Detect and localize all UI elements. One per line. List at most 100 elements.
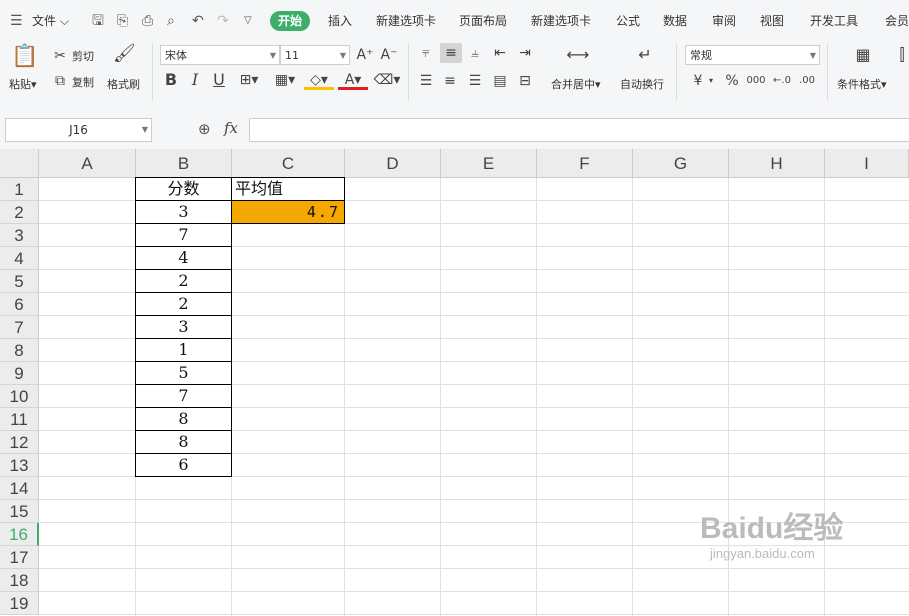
paste-button[interactable]: 粘贴▾ (9, 76, 37, 92)
column-header-b[interactable]: B (136, 149, 232, 178)
print-preview-icon[interactable]: ⌕ (167, 12, 175, 30)
distributed-icon[interactable]: ⊟ (516, 71, 534, 91)
tab-new-1[interactable]: 新建选项卡 (376, 11, 436, 31)
decrease-indent-icon[interactable]: ⇤ (491, 43, 509, 63)
row-header-1[interactable]: 1 (0, 178, 39, 201)
underline-icon[interactable]: U (210, 70, 228, 90)
cell-b3-score[interactable]: 7 (135, 223, 232, 247)
row-header-3[interactable]: 3 (0, 224, 39, 247)
row-header-19[interactable]: 19 (0, 592, 39, 615)
column-header-f[interactable]: F (537, 149, 633, 178)
customize-dropdown-icon[interactable]: ▽ (244, 12, 252, 30)
file-menu[interactable]: 文件 ⌵ (32, 11, 69, 31)
merge-icon[interactable]: ⟷ (566, 45, 590, 65)
tab-new-2[interactable]: 新建选项卡 (531, 11, 591, 31)
cell-b12-score[interactable]: 8 (135, 430, 232, 454)
increase-decimal-icon[interactable]: ←.0 (772, 71, 792, 91)
row-header-10[interactable]: 10 (0, 385, 39, 408)
column-header-d[interactable]: D (345, 149, 441, 178)
font-name-select[interactable]: 宋体 ▼ (160, 45, 280, 65)
percent-icon[interactable]: % (722, 71, 742, 91)
justify-icon[interactable]: ▤ (491, 71, 509, 91)
menu-icon[interactable]: ☰ (10, 12, 23, 30)
row-header-9[interactable]: 9 (0, 362, 39, 385)
row-header-16[interactable]: 16 (0, 523, 39, 546)
tab-developer[interactable]: 开发工具 (810, 11, 858, 31)
row-header-14[interactable]: 14 (0, 477, 39, 500)
save-icon[interactable]: 🖫 (92, 12, 104, 30)
row-header-2[interactable]: 2 (0, 201, 39, 224)
decrease-decimal-icon[interactable]: .00 (797, 71, 817, 91)
row-header-6[interactable]: 6 (0, 293, 39, 316)
thousands-separator-icon[interactable]: 000 (745, 71, 767, 91)
align-left-icon[interactable]: ☰ (417, 71, 435, 91)
fx-icon[interactable]: fx (224, 119, 238, 137)
conditional-format-icon[interactable]: ▦ (851, 45, 875, 65)
cell-b5-score[interactable]: 2 (135, 269, 232, 293)
cell-b2-score[interactable]: 3 (135, 200, 232, 224)
print-icon[interactable]: ⎙ (142, 12, 153, 30)
format-painter-button[interactable]: 格式刷 (107, 76, 140, 92)
merge-center-button[interactable]: 合并居中▾ (551, 76, 601, 92)
column-header-c[interactable]: C (232, 149, 345, 178)
tab-home[interactable]: 开始 (270, 11, 311, 31)
row-header-7[interactable]: 7 (0, 316, 39, 339)
tab-member[interactable]: 会员 (885, 11, 909, 31)
format-painter-icon[interactable]: 🖌 (113, 44, 136, 64)
name-box[interactable]: J16 ▼ (5, 118, 152, 142)
bold-icon[interactable]: B (162, 70, 180, 90)
align-bottom-icon[interactable]: ⫨ (466, 43, 484, 63)
tab-formula[interactable]: 公式 (616, 11, 640, 31)
cell-style-icon[interactable]: ▦▾ (270, 70, 300, 90)
currency-icon[interactable]: ¥ (688, 71, 708, 91)
cell-b11-score[interactable]: 8 (135, 407, 232, 431)
copy-button[interactable]: 复制 (72, 74, 94, 90)
wrap-text-icon[interactable]: ↵ (633, 45, 657, 65)
row-header-11[interactable]: 11 (0, 408, 39, 431)
cell-b6-score[interactable]: 2 (135, 292, 232, 316)
cell-c1-average-header[interactable]: 平均值 (231, 177, 345, 201)
cell-b7-score[interactable]: 3 (135, 315, 232, 339)
cell-b10-score[interactable]: 7 (135, 384, 232, 408)
row-header-5[interactable]: 5 (0, 270, 39, 293)
align-center-icon[interactable]: ≡ (441, 71, 459, 91)
tab-view[interactable]: 视图 (760, 11, 784, 31)
tab-data[interactable]: 数据 (663, 11, 687, 31)
row-header-18[interactable]: 18 (0, 569, 39, 592)
eraser-icon[interactable]: ⌫▾ (372, 70, 402, 90)
chevron-down-icon[interactable]: ▾ (706, 71, 716, 91)
cell-b1-score-header[interactable]: 分数 (135, 177, 232, 201)
cell-b4-score[interactable]: 4 (135, 246, 232, 270)
align-right-icon[interactable]: ☰ (466, 71, 484, 91)
copy-icon[interactable]: ⧉ (52, 71, 68, 91)
export-icon[interactable]: ⎘ (117, 12, 128, 30)
cut-icon[interactable]: ✂ (52, 46, 68, 66)
paste-icon[interactable]: 📋 (11, 44, 38, 70)
number-format-select[interactable]: 常规 ▼ (685, 45, 820, 65)
row-header-12[interactable]: 12 (0, 431, 39, 454)
select-all-corner[interactable] (0, 149, 39, 178)
row-col-icon[interactable]: ⫿ (896, 45, 908, 65)
column-header-e[interactable]: E (441, 149, 537, 178)
conditional-format-button[interactable]: 条件格式▾ (837, 76, 887, 92)
column-header-h[interactable]: H (729, 149, 825, 178)
font-size-select[interactable]: 11 ▼ (280, 45, 350, 65)
row-header-8[interactable]: 8 (0, 339, 39, 362)
cell-c2-average-value[interactable]: 4.7 (231, 200, 345, 224)
fill-color-icon[interactable]: ◇▾ (304, 70, 334, 90)
tab-page-layout[interactable]: 页面布局 (459, 11, 507, 31)
cell-b8-score[interactable]: 1 (135, 338, 232, 362)
align-middle-icon[interactable]: ≡ (440, 43, 462, 63)
row-header-4[interactable]: 4 (0, 247, 39, 270)
border-icon[interactable]: ⊞▾ (234, 70, 264, 90)
column-header-i[interactable]: I (825, 149, 909, 178)
row-header-15[interactable]: 15 (0, 500, 39, 523)
align-top-icon[interactable]: ⫧ (417, 43, 435, 63)
italic-icon[interactable]: I (186, 70, 204, 90)
column-header-g[interactable]: G (633, 149, 729, 178)
wrap-text-button[interactable]: 自动换行 (620, 76, 664, 92)
row-header-17[interactable]: 17 (0, 546, 39, 569)
tab-review[interactable]: 审阅 (712, 11, 736, 31)
cell-b13-score[interactable]: 6 (135, 453, 232, 477)
increase-font-icon[interactable]: A⁺ (356, 45, 374, 65)
